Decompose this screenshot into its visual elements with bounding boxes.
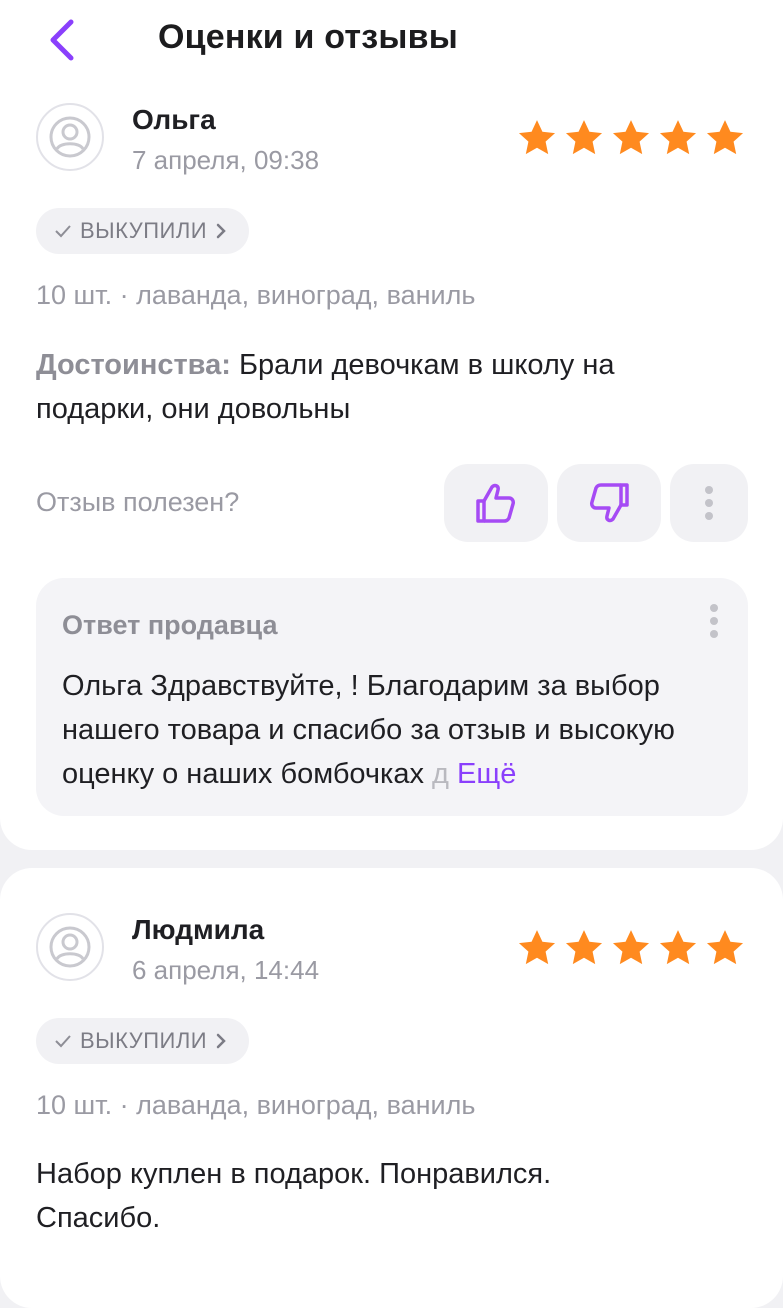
review-author[interactable]: Ольга (132, 104, 216, 136)
avatar[interactable] (36, 103, 104, 171)
thumbs-up-icon (476, 483, 515, 523)
back-button[interactable] (40, 16, 84, 64)
more-vertical-icon (705, 486, 713, 520)
check-icon (55, 1035, 71, 1048)
badge-label: ВЫКУПИЛИ (80, 1028, 208, 1053)
star-icon (565, 120, 603, 155)
review-card: Людмила 6 апреля, 14:44 ВЫКУПИЛИ 10 шт. … (0, 868, 783, 1308)
badge-label: ВЫКУПИЛИ (80, 218, 208, 243)
more-vertical-icon (710, 604, 718, 638)
top-bar: Оценки и отзывы (0, 0, 783, 84)
reply-text-fade: д (424, 758, 449, 790)
show-more-link[interactable]: Ещё (457, 758, 516, 790)
pros-label: Достоинства: (36, 349, 231, 381)
purchased-badge[interactable]: ВЫКУПИЛИ (36, 208, 250, 254)
review-text: Достоинства: Брали девочкам в школу на п… (36, 343, 736, 431)
user-icon (49, 116, 91, 158)
star-icon (612, 930, 650, 965)
star-icon (565, 930, 603, 965)
rating-stars (515, 117, 747, 159)
helpful-label: Отзыв полезен? (36, 487, 240, 517)
dislike-button[interactable] (557, 464, 661, 542)
seller-reply-text: Ольга Здравствуйте, ! Благодарим за выбо… (62, 664, 724, 796)
avatar[interactable] (36, 913, 104, 981)
seller-reply-title: Ответ продавца (62, 610, 278, 640)
review-author[interactable]: Людмила (132, 914, 264, 946)
product-variant: 10 шт. · лаванда, виноград, ваниль (36, 1090, 476, 1120)
chevron-right-icon (216, 223, 226, 239)
check-icon (55, 225, 71, 238)
rating-stars (515, 927, 747, 969)
review-card: Ольга 7 апреля, 09:38 ВЫКУПИЛИ 10 шт. · … (0, 40, 783, 850)
more-options-button[interactable] (670, 464, 748, 542)
review-text: Набор куплен в подарок. Понравился. Спас… (36, 1158, 552, 1234)
thumbs-down-icon (590, 483, 629, 523)
chevron-right-icon (216, 1033, 226, 1049)
star-icon (659, 930, 697, 965)
page-title: Оценки и отзывы (158, 18, 458, 56)
star-icon (706, 120, 744, 155)
star-icon (518, 120, 556, 155)
star-icon (518, 930, 556, 965)
product-variant: 10 шт. · лаванда, виноград, ваниль (36, 280, 476, 310)
user-icon (49, 926, 91, 968)
star-icon (659, 120, 697, 155)
reply-text: Ольга Здравствуйте, ! Благодарим за выбо… (62, 670, 675, 790)
purchased-badge[interactable]: ВЫКУПИЛИ (36, 1018, 250, 1064)
chevron-left-icon (50, 19, 74, 61)
reply-options-button[interactable] (710, 604, 718, 638)
seller-reply: Ответ продавца Ольга Здравствуйте, ! Бла… (36, 578, 748, 816)
review-date: 6 апреля, 14:44 (132, 955, 320, 985)
review-date: 7 апреля, 09:38 (132, 145, 320, 175)
star-icon (706, 930, 744, 965)
star-icon (612, 120, 650, 155)
like-button[interactable] (444, 464, 548, 542)
